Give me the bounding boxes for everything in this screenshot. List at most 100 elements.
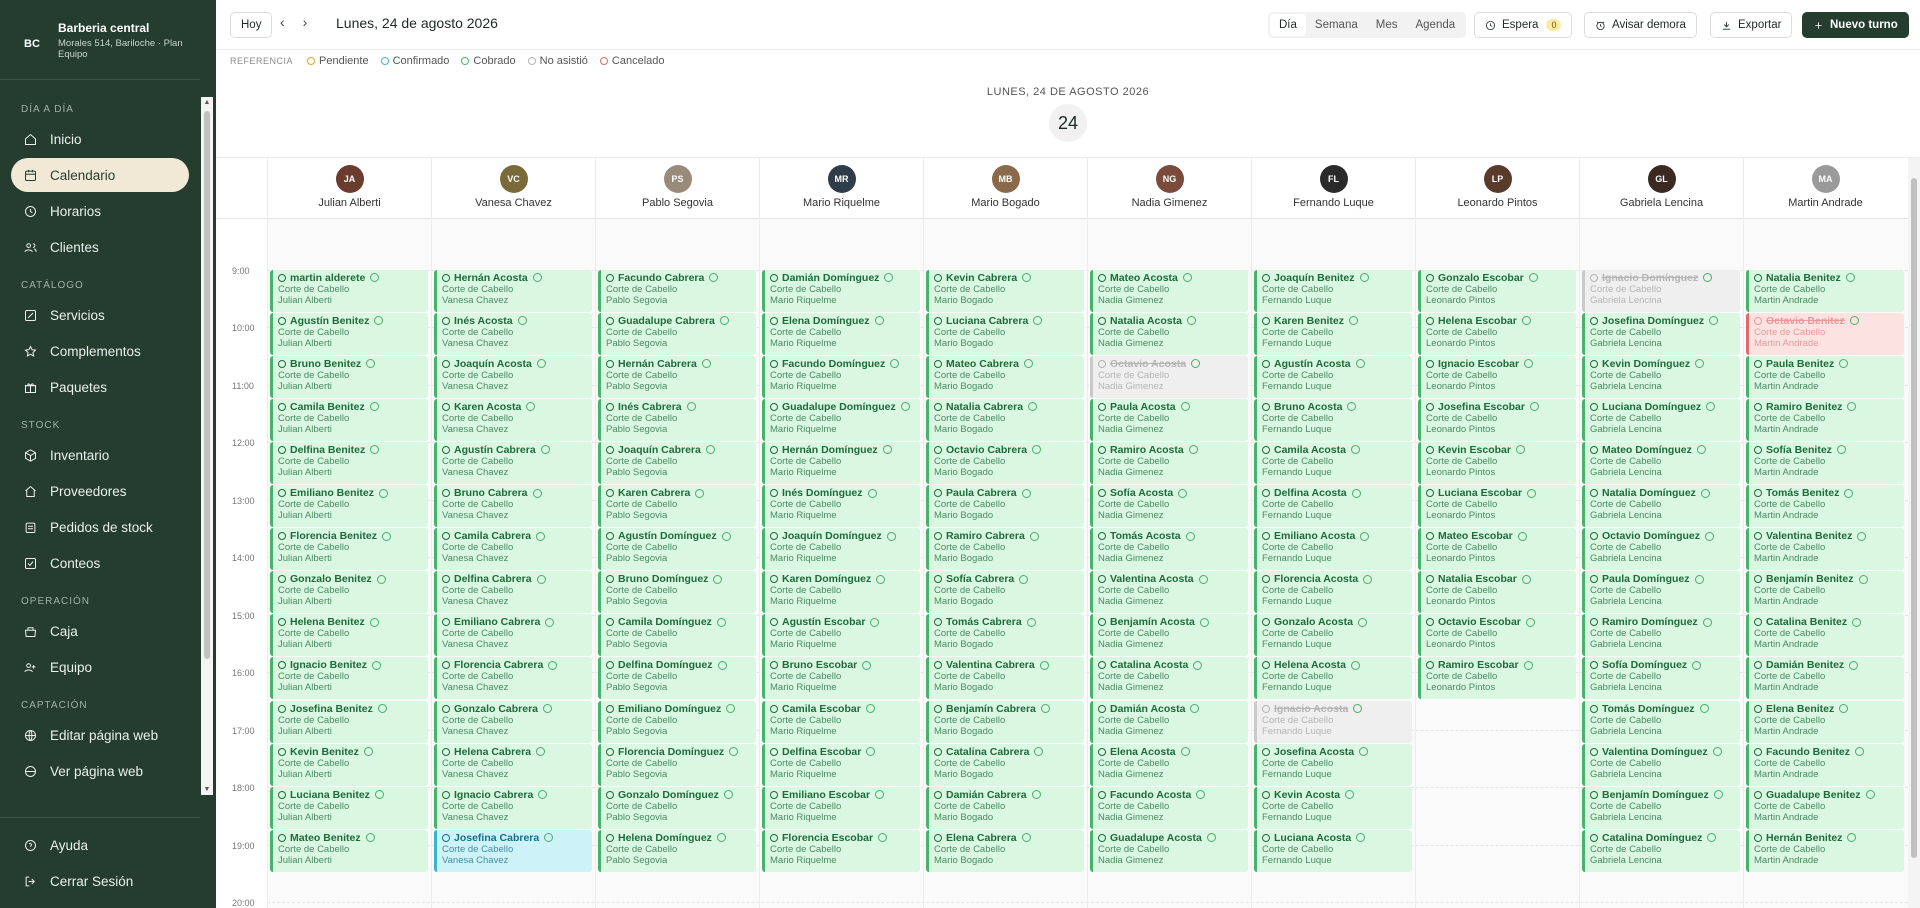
sidebar-item-servicios[interactable]: Servicios xyxy=(11,298,189,332)
appointment-card[interactable]: Helena Cabrera Corte de Cabello Vanesa Cha… xyxy=(434,743,592,786)
whatsapp-icon[interactable] xyxy=(862,660,872,670)
whatsapp-icon[interactable] xyxy=(1839,704,1849,713)
appointment-card[interactable]: Karen Acosta Corte de Cabello Vanesa Chave… xyxy=(434,398,592,441)
day-number[interactable]: 24 xyxy=(1049,104,1087,142)
whatsapp-icon[interactable] xyxy=(1692,660,1702,670)
whatsapp-icon[interactable] xyxy=(1345,790,1355,800)
staff-column-header[interactable]: LP Leonardo Pintos xyxy=(1415,158,1579,219)
whatsapp-icon[interactable] xyxy=(548,660,558,670)
whatsapp-icon[interactable] xyxy=(1705,531,1715,541)
whatsapp-icon[interactable] xyxy=(536,574,546,584)
whatsapp-icon[interactable] xyxy=(366,359,376,369)
whatsapp-icon[interactable] xyxy=(1695,359,1705,369)
appointment-card[interactable]: Luciana Acosta Corte de Cabello Fernando L… xyxy=(1254,829,1412,872)
whatsapp-icon[interactable] xyxy=(717,660,727,670)
whatsapp-icon[interactable] xyxy=(1033,316,1043,326)
appointment-card[interactable]: Damián Domínguez Corte de Cabello Mario Ri… xyxy=(762,269,920,312)
whatsapp-icon[interactable] xyxy=(1206,833,1216,843)
appointment-card[interactable]: Mateo Escobar Corte de Cabello Leonardo Pi… xyxy=(1418,528,1576,571)
appointment-card[interactable]: Delfina Escobar Corte de Cabello Mario Riq… xyxy=(762,743,920,786)
appointment-card[interactable]: Bruno Escobar Corte de Cabello Mario Rique… xyxy=(762,657,920,700)
appointment-card[interactable]: Mateo Acosta Corte de Cabello Nadia Gimene… xyxy=(1090,269,1248,312)
appointment-card[interactable]: Emiliano Escobar Corte de Cabello Mario Ri… xyxy=(762,786,920,829)
whatsapp-icon[interactable] xyxy=(1019,574,1029,584)
appointment-card[interactable]: Ramiro Acosta Corte de Cabello Nadia Gimen… xyxy=(1090,441,1248,484)
whatsapp-icon[interactable] xyxy=(1855,747,1865,757)
whatsapp-icon[interactable] xyxy=(1180,747,1190,757)
appointment-card[interactable]: Natalia Domínguez Corte de Cabello Gabriel… xyxy=(1582,485,1740,527)
appointment-card[interactable]: Benjamín Cabrera Corte de Cabello Mario Bo… xyxy=(926,700,1084,743)
prev-day-icon[interactable]: ‹ xyxy=(280,14,285,30)
whatsapp-icon[interactable] xyxy=(875,790,885,800)
appointment-card[interactable]: Karen Benitez Corte de Cabello Fernando Lu… xyxy=(1254,312,1412,355)
whatsapp-icon[interactable] xyxy=(716,617,726,627)
whatsapp-icon[interactable] xyxy=(536,359,546,369)
whatsapp-icon[interactable] xyxy=(726,704,736,713)
whatsapp-icon[interactable] xyxy=(538,790,548,800)
appointment-card[interactable]: Emiliano Benitez Corte de Cabello Julian A… xyxy=(270,485,428,527)
appointment-card[interactable]: Gonzalo Cabrera Corte de Cabello Vanesa Ch… xyxy=(434,700,592,743)
appointment-card[interactable]: Delfina Cabrera Corte de Cabello Vanesa Ch… xyxy=(434,571,592,614)
whatsapp-icon[interactable] xyxy=(363,747,373,757)
whatsapp-icon[interactable] xyxy=(1847,833,1857,843)
whatsapp-icon[interactable] xyxy=(536,531,546,541)
appointment-card[interactable]: Hernán Cabrera Corte de Cabello Pablo Sego… xyxy=(598,355,756,398)
whatsapp-icon[interactable] xyxy=(1521,316,1531,326)
whatsapp-icon[interactable] xyxy=(379,488,389,498)
appointment-card[interactable]: Gonzalo Benitez Corte de Cabello Julian Al… xyxy=(270,571,428,614)
appointment-card[interactable]: Elena Benitez Corte de Cabello Martin Andr… xyxy=(1746,700,1904,743)
appointment-card[interactable]: Octavio Escobar Corte de Cabello Leonardo … xyxy=(1418,614,1576,657)
appointment-card[interactable]: Mateo Benitez Corte de Cabello Julian Albe… xyxy=(270,829,428,872)
whatsapp-icon[interactable] xyxy=(865,704,875,713)
appointment-card[interactable]: Valentina Benitez Corte de Cabello Martin … xyxy=(1746,528,1904,571)
appointment-card[interactable]: Ramiro Domínguez Corte de Cabello Gabriela… xyxy=(1582,614,1740,657)
appointment-card[interactable]: Ignacio Domínguez Corte de Cabello Gabriel… xyxy=(1582,269,1740,312)
whatsapp-icon[interactable] xyxy=(1696,445,1706,455)
appointment-card[interactable]: Agustín Domínguez Corte de Cabello Pablo S… xyxy=(598,528,756,571)
appointment-card[interactable]: Kevin Escobar Corte de Cabello Leonardo Pi… xyxy=(1418,441,1576,484)
appointment-card[interactable]: Facundo Acosta Corte de Cabello Nadia Gime… xyxy=(1090,786,1248,829)
whatsapp-icon[interactable] xyxy=(1357,617,1367,627)
appointment-card[interactable]: Mateo Domínguez Corte de Cabello Gabriela … xyxy=(1582,441,1740,484)
appointment-card[interactable]: Tomás Domínguez Corte de Cabello Gabriela … xyxy=(1582,700,1740,743)
appointment-card[interactable]: Ignacio Benitez Corte de Cabello Julian Al… xyxy=(270,657,428,700)
whatsapp-icon[interactable] xyxy=(374,316,384,326)
appointment-card[interactable]: Luciana Benitez Corte de Cabello Julian Al… xyxy=(270,786,428,829)
appointment-card[interactable]: Elena Domínguez Corte de Cabello Mario Riq… xyxy=(762,312,920,355)
appointment-card[interactable]: Florencia Cabrera Corte de Cabello Vanesa … xyxy=(434,657,592,700)
appointment-card[interactable]: Paula Benitez Corte de Cabello Martin Andr… xyxy=(1746,355,1904,398)
view-tab-semana[interactable]: Semana xyxy=(1306,14,1367,36)
whatsapp-icon[interactable] xyxy=(729,747,739,757)
staff-column-header[interactable]: MA Martin Andrade xyxy=(1743,158,1907,219)
appointment-card[interactable]: Emiliano Domínguez Corte de Cabello Pablo … xyxy=(598,700,756,743)
whatsapp-icon[interactable] xyxy=(1845,273,1855,282)
appointment-card[interactable]: Agustín Benitez Corte de Cabello Julian Al… xyxy=(270,312,428,355)
sidebar-item-proveedores[interactable]: Proveedores xyxy=(11,474,189,508)
view-tab-mes[interactable]: Mes xyxy=(1367,14,1407,36)
appointment-card[interactable]: Catalina Acosta Corte de Cabello Nadia Gim… xyxy=(1090,657,1248,700)
whatsapp-icon[interactable] xyxy=(540,445,550,455)
appointment-card[interactable]: Catalina Benitez Corte de Cabello Martin A… xyxy=(1746,614,1904,657)
appointment-card[interactable]: Natalia Benitez Corte de Cabello Martin An… xyxy=(1746,269,1904,312)
appointment-card[interactable]: Ramiro Benitez Corte de Cabello Martin And… xyxy=(1746,398,1904,441)
appointment-card[interactable]: Bruno Benitez Corte de Cabello Julian Albe… xyxy=(270,355,428,398)
appointment-card[interactable]: Bruno Domínguez Corte de Cabello Pablo Seg… xyxy=(598,571,756,614)
appointment-card[interactable]: Tomás Benitez Corte de Cabello Martin Andr… xyxy=(1746,485,1904,527)
appointment-card[interactable]: Inés Acosta Corte de Cabello Vanesa Chavez xyxy=(434,312,592,355)
appointment-card[interactable]: Camila Escobar Corte de Cabello Mario Riqu… xyxy=(762,700,920,743)
appointment-card[interactable]: Joaquín Benitez Corte de Cabello Fernando … xyxy=(1254,269,1412,312)
grid-scroll-thumb[interactable] xyxy=(1911,178,1917,858)
staff-column-header[interactable]: GL Gabriela Lencina xyxy=(1579,158,1743,219)
staff-column-header[interactable]: JA Julian Alberti xyxy=(267,158,431,219)
appointment-card[interactable]: Kevin Acosta Corte de Cabello Fernando Luq… xyxy=(1254,786,1412,829)
exportar-button[interactable]: Exportar xyxy=(1710,12,1793,38)
sidebar-scrollbar[interactable]: ▲ ▼ xyxy=(201,97,213,795)
whatsapp-icon[interactable] xyxy=(876,574,886,584)
whatsapp-icon[interactable] xyxy=(544,833,554,843)
sidebar-item-inventario[interactable]: Inventario xyxy=(11,438,189,472)
whatsapp-icon[interactable] xyxy=(517,316,527,326)
whatsapp-icon[interactable] xyxy=(1023,359,1033,369)
whatsapp-icon[interactable] xyxy=(716,833,726,843)
whatsapp-icon[interactable] xyxy=(370,273,380,282)
whatsapp-icon[interactable] xyxy=(1353,704,1363,713)
